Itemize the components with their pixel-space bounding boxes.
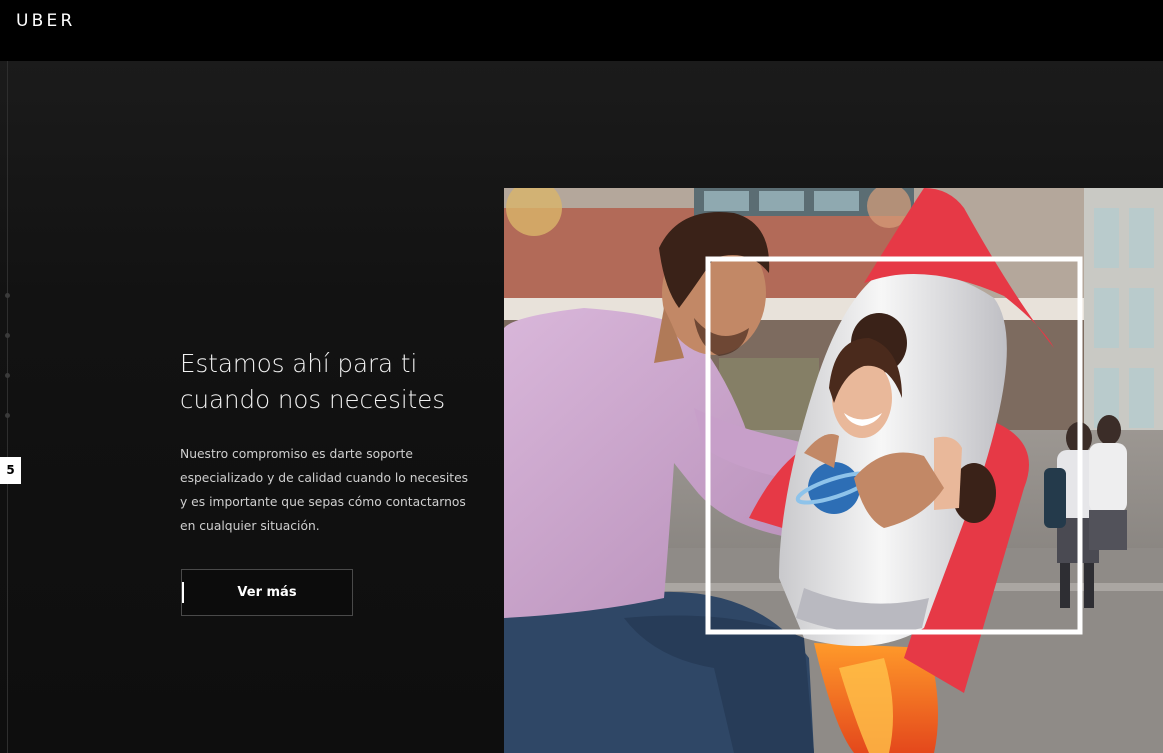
slider-dot[interactable] (5, 373, 10, 378)
hero-headline: Estamos ahí para ti cuando nos necesites (180, 349, 446, 414)
page: UBER 5 Estamos ahí para ti cuando nos ne… (0, 0, 1163, 753)
current-slide-indicator[interactable]: 5 (0, 457, 21, 484)
slider-dot[interactable] (5, 413, 10, 418)
button-accent-bar (182, 582, 184, 603)
slider-dot[interactable] (5, 293, 10, 298)
uber-logo[interactable]: UBER (16, 11, 75, 31)
ver-mas-button[interactable]: Ver más (181, 569, 353, 616)
ver-mas-label: Ver más (237, 585, 297, 600)
hero-image (504, 188, 1163, 753)
slider-dot[interactable] (5, 333, 10, 338)
top-navigation-bar: UBER (0, 0, 1163, 61)
hero-photo-illustration (504, 188, 1163, 753)
hero-description: Nuestro compromiso es darte soporte espe… (180, 447, 469, 533)
slider-progress-rail (7, 61, 8, 753)
